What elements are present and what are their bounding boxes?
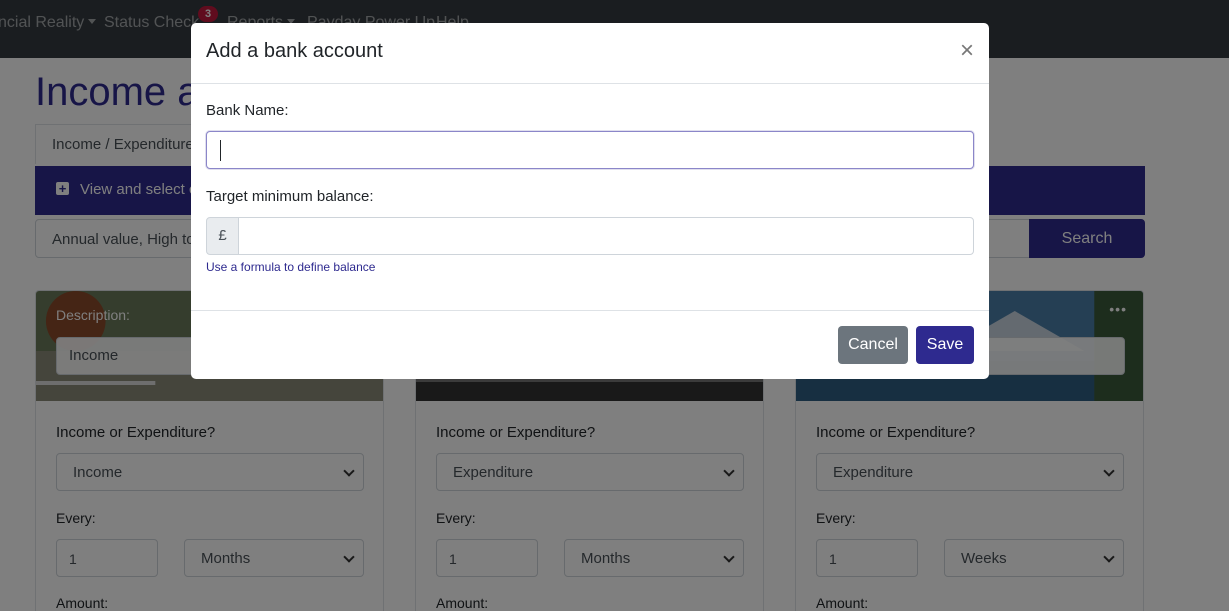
currency-prefix: £ bbox=[206, 217, 239, 255]
modal-header: Add a bank account × bbox=[191, 23, 989, 84]
target-balance-label: Target minimum balance: bbox=[206, 188, 374, 205]
save-button[interactable]: Save bbox=[916, 326, 974, 364]
text-cursor bbox=[220, 140, 221, 161]
formula-link[interactable]: Use a formula to define balance bbox=[206, 260, 375, 274]
bank-name-input[interactable] bbox=[206, 131, 974, 169]
cancel-button[interactable]: Cancel bbox=[838, 326, 908, 364]
target-balance-input[interactable] bbox=[238, 217, 974, 255]
close-icon[interactable]: × bbox=[959, 39, 975, 63]
modal-title: Add a bank account bbox=[206, 40, 383, 62]
bank-name-label: Bank Name: bbox=[206, 102, 289, 119]
add-bank-account-modal: Add a bank account × Bank Name: Target m… bbox=[191, 23, 989, 379]
